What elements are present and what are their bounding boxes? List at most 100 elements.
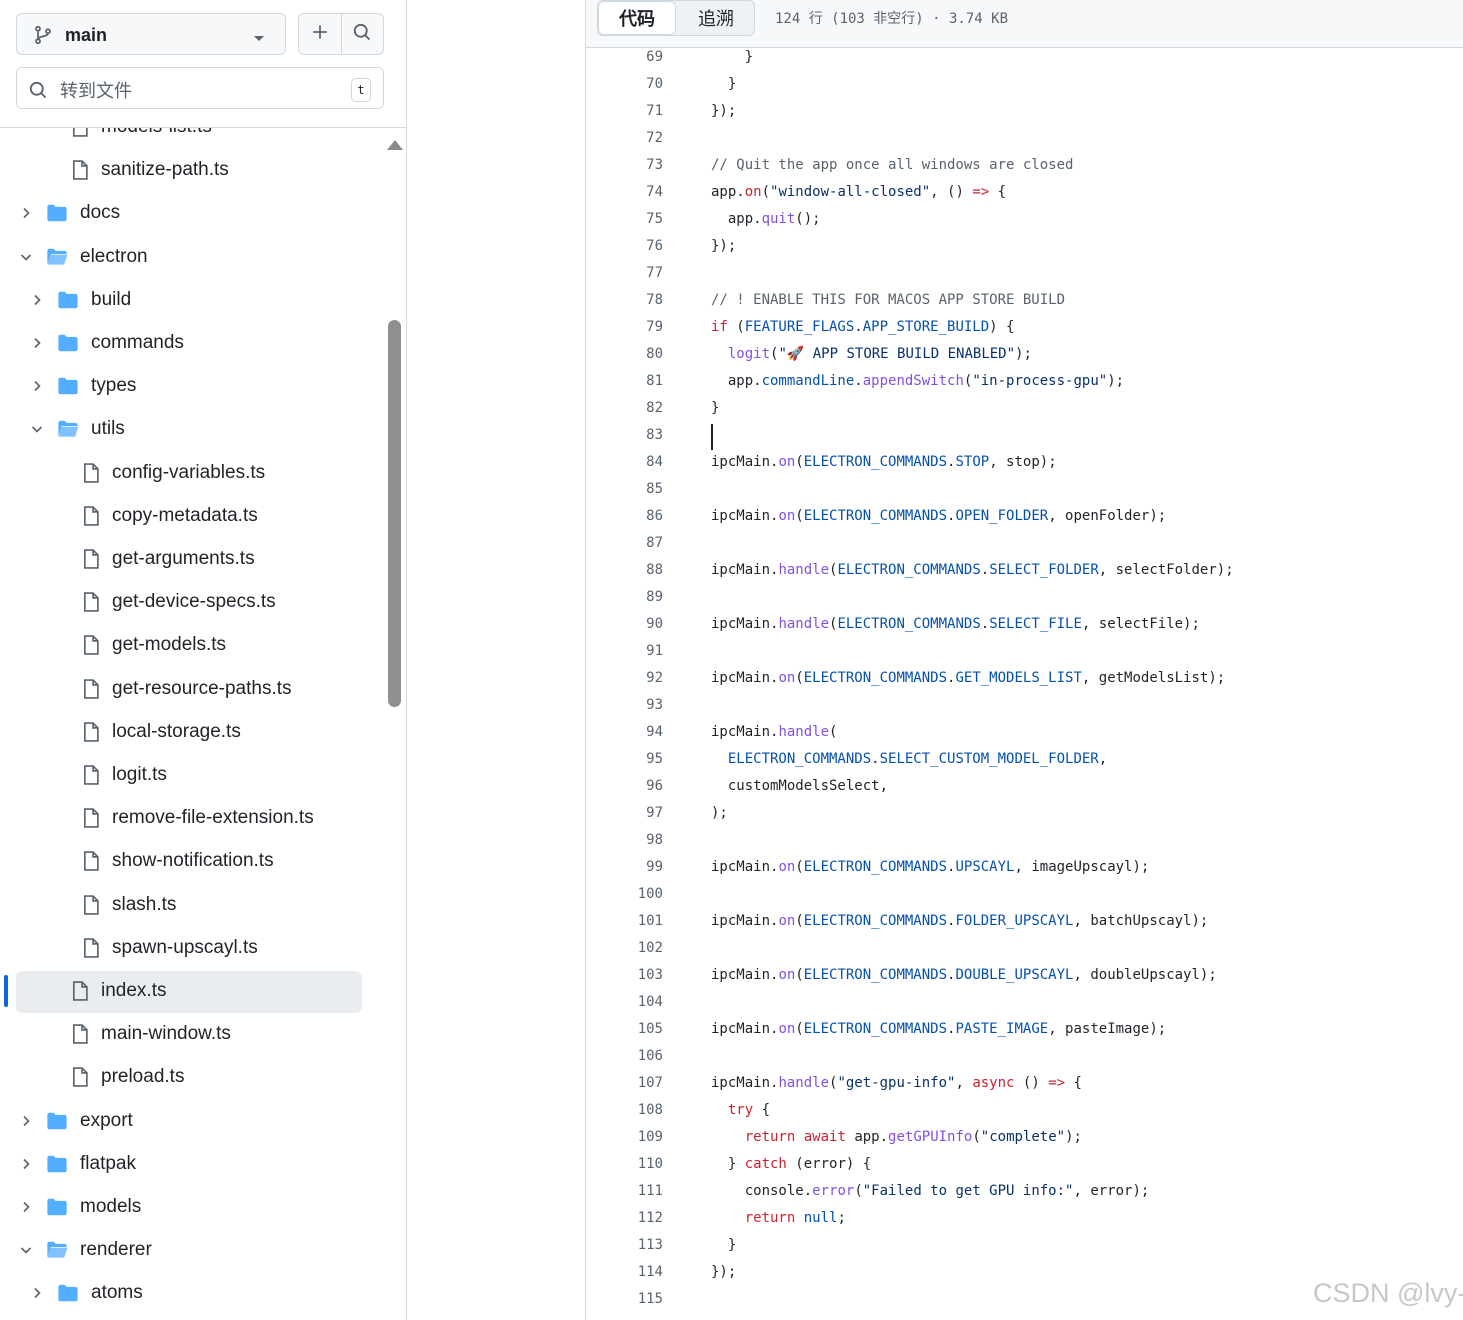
line-number[interactable]: 90 xyxy=(586,616,663,632)
chevron-down-icon[interactable] xyxy=(18,1242,34,1258)
line-number[interactable]: 115 xyxy=(586,1291,663,1307)
branch-selector-button[interactable]: main xyxy=(16,13,286,55)
tree-folder[interactable]: build xyxy=(0,279,384,322)
line-number[interactable]: 73 xyxy=(586,157,663,173)
line-number[interactable]: 99 xyxy=(586,859,663,875)
line-number[interactable]: 106 xyxy=(586,1048,663,1064)
line-number[interactable]: 89 xyxy=(586,589,663,605)
line-number[interactable]: 96 xyxy=(586,778,663,794)
chevron-right-icon[interactable] xyxy=(18,205,34,221)
line-number[interactable]: 82 xyxy=(586,400,663,416)
line-number[interactable]: 71 xyxy=(586,103,663,119)
chevron-right-icon[interactable] xyxy=(29,292,45,308)
tree-file[interactable]: remove-file-extension.ts xyxy=(0,797,384,840)
line-number[interactable]: 103 xyxy=(586,967,663,983)
line-number[interactable]: 85 xyxy=(586,481,663,497)
tree-folder[interactable]: renderer xyxy=(0,1229,384,1272)
tree-file[interactable]: get-arguments.ts xyxy=(0,538,384,581)
line-number[interactable]: 74 xyxy=(586,184,663,200)
chevron-right-icon[interactable] xyxy=(29,1285,45,1301)
line-number[interactable]: 110 xyxy=(586,1156,663,1172)
line-number[interactable]: 104 xyxy=(586,994,663,1010)
go-to-file-input[interactable]: 转到文件 t xyxy=(16,67,384,109)
line-number[interactable]: 72 xyxy=(586,130,663,146)
tree-file[interactable]: models-list.ts xyxy=(0,128,384,149)
line-number[interactable]: 81 xyxy=(586,373,663,389)
scroll-up-arrow-icon[interactable] xyxy=(387,140,403,150)
tree-file[interactable]: slash.ts xyxy=(0,884,384,927)
tree-file[interactable]: show-notification.ts xyxy=(0,840,384,883)
tree-folder[interactable]: utils xyxy=(0,408,384,451)
tree-file[interactable]: get-resource-paths.ts xyxy=(0,668,384,711)
tree-folder[interactable]: types xyxy=(0,365,384,408)
line-number[interactable]: 113 xyxy=(586,1237,663,1253)
line-number[interactable]: 84 xyxy=(586,454,663,470)
chevron-right-icon[interactable] xyxy=(18,1113,34,1129)
chevron-down-icon[interactable] xyxy=(29,421,45,437)
tree-folder[interactable]: flatpak xyxy=(0,1143,384,1186)
tree-file[interactable]: get-device-specs.ts xyxy=(0,581,384,624)
tree-actions xyxy=(298,13,384,55)
chevron-right-icon[interactable] xyxy=(29,335,45,351)
line-number[interactable]: 100 xyxy=(586,886,663,902)
line-number[interactable]: 75 xyxy=(586,211,663,227)
code-line: 71}); xyxy=(586,101,1463,128)
line-number[interactable]: 109 xyxy=(586,1129,663,1145)
line-number[interactable]: 80 xyxy=(586,346,663,362)
line-number[interactable]: 93 xyxy=(586,697,663,713)
add-file-button[interactable] xyxy=(299,14,341,54)
tree-folder[interactable]: electron xyxy=(0,236,384,279)
line-number[interactable]: 112 xyxy=(586,1210,663,1226)
tree-file[interactable]: index.ts xyxy=(0,970,384,1013)
search-code-button[interactable] xyxy=(340,14,384,54)
tree-file[interactable]: main-window.ts xyxy=(0,1013,384,1056)
tree-folder[interactable]: atoms xyxy=(0,1272,384,1315)
line-number[interactable]: 114 xyxy=(586,1264,663,1280)
line-number[interactable]: 101 xyxy=(586,913,663,929)
chevron-down-icon[interactable] xyxy=(18,249,34,265)
tree-folder[interactable]: export xyxy=(0,1100,384,1143)
tree-file[interactable]: sanitize-path.ts xyxy=(0,149,384,192)
scrollbar-track[interactable] xyxy=(384,128,406,1320)
tree-folder[interactable]: docs xyxy=(0,192,384,235)
tree-file[interactable]: get-models.ts xyxy=(0,624,384,667)
tree-file[interactable]: logit.ts xyxy=(0,754,384,797)
line-number[interactable]: 105 xyxy=(586,1021,663,1037)
tree-file[interactable]: preload.ts xyxy=(0,1056,384,1099)
line-number[interactable]: 108 xyxy=(586,1102,663,1118)
tree-folder[interactable]: models xyxy=(0,1186,384,1229)
folder-icon xyxy=(46,202,68,224)
chevron-right-icon[interactable] xyxy=(29,378,45,394)
tab-blame[interactable]: 追溯 xyxy=(676,1,756,35)
line-number[interactable]: 91 xyxy=(586,643,663,659)
tree-file[interactable]: local-storage.ts xyxy=(0,711,384,754)
line-number[interactable]: 69 xyxy=(586,49,663,65)
chevron-right-icon[interactable] xyxy=(18,1156,34,1172)
tree-file[interactable]: config-variables.ts xyxy=(0,452,384,495)
line-number[interactable]: 78 xyxy=(586,292,663,308)
tab-code[interactable]: 代码 xyxy=(598,1,676,35)
line-number[interactable]: 95 xyxy=(586,751,663,767)
line-number[interactable]: 94 xyxy=(586,724,663,740)
code-line: 99 ipcMain.on(ELECTRON_COMMANDS.UPSCAYL, … xyxy=(586,857,1463,884)
line-number[interactable]: 107 xyxy=(586,1075,663,1091)
line-number[interactable]: 102 xyxy=(586,940,663,956)
line-number[interactable]: 98 xyxy=(586,832,663,848)
tree-file[interactable]: spawn-upscayl.ts xyxy=(0,927,384,970)
line-number[interactable]: 76 xyxy=(586,238,663,254)
scrollbar-thumb[interactable] xyxy=(388,320,401,707)
line-number[interactable]: 111 xyxy=(586,1183,663,1199)
tree-file[interactable]: copy-metadata.ts xyxy=(0,495,384,538)
line-number[interactable]: 87 xyxy=(586,535,663,551)
chevron-right-icon[interactable] xyxy=(18,1199,34,1215)
line-number[interactable]: 83 xyxy=(586,427,663,443)
line-number[interactable]: 77 xyxy=(586,265,663,281)
line-number[interactable]: 97 xyxy=(586,805,663,821)
line-number[interactable]: 79 xyxy=(586,319,663,335)
line-number[interactable]: 86 xyxy=(586,508,663,524)
line-number[interactable]: 88 xyxy=(586,562,663,578)
line-number[interactable]: 70 xyxy=(586,76,663,92)
code-line: 93 xyxy=(586,695,1463,722)
line-number[interactable]: 92 xyxy=(586,670,663,686)
tree-folder[interactable]: commands xyxy=(0,322,384,365)
